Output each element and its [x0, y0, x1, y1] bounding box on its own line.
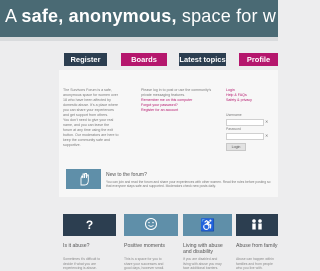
hero-tagline: A safe, anonymous, space for w: [5, 6, 276, 27]
hero-banner: A safe, anonymous, space for w: [0, 0, 278, 37]
username-field[interactable]: [226, 119, 264, 126]
register-account-link[interactable]: Register for an account: [141, 108, 215, 113]
hero-prefix: A: [5, 6, 17, 26]
latest-topics-button[interactable]: Latest topics: [179, 53, 226, 66]
forum-intro-title: New to the forum?: [106, 172, 147, 178]
username-icon: ✕: [265, 119, 269, 124]
login-button[interactable]: Login: [226, 143, 246, 151]
hero-suffix: space for w: [181, 6, 277, 26]
intro-paragraph-2: You don't need to give your real name, a…: [63, 118, 119, 147]
login-note: Please log in to post or use the communi…: [141, 88, 212, 97]
hero-emphasis: safe, anonymous,: [21, 6, 177, 26]
card-title-family[interactable]: Abuse from family members: [236, 243, 278, 249]
card-header-positive-moments[interactable]: [124, 214, 178, 236]
card-title-disability[interactable]: Living with abuse and disability: [183, 243, 232, 255]
profile-button[interactable]: Profile: [239, 53, 278, 66]
username-label: Username: [226, 113, 242, 117]
card-title-is-it-abuse[interactable]: Is it abuse?: [63, 243, 116, 249]
side-link-safety[interactable]: Safety & privacy: [226, 98, 252, 103]
card-header-disability[interactable]: ♿: [183, 214, 232, 236]
question-icon: ?: [85, 218, 94, 232]
password-label: Password: [226, 127, 241, 131]
smile-icon: [144, 217, 158, 234]
card-body-is-it-abuse: Sometimes it's difficult to decide if wh…: [63, 257, 101, 270]
card-header-is-it-abuse[interactable]: ?: [63, 214, 116, 236]
password-field[interactable]: [226, 133, 264, 140]
card-header-family[interactable]: [236, 214, 278, 236]
forum-hand-icon: [66, 169, 101, 189]
register-button[interactable]: Register: [64, 53, 107, 66]
wheelchair-icon: ♿: [200, 218, 215, 232]
card-body-family: Abuse can happen within families and fro…: [236, 257, 274, 270]
card-body-positive-moments: This is a space for you to share your su…: [124, 257, 165, 270]
family-icon: [249, 217, 265, 234]
forum-intro-text: You can join and read the forum and shar…: [106, 180, 271, 189]
hero-divider: [0, 37, 278, 41]
card-title-positive-moments[interactable]: Positive moments: [124, 243, 178, 249]
password-icon: ✕: [265, 133, 269, 138]
intro-paragraph: The Survivors Forum is a safe, anonymous…: [63, 88, 119, 117]
boards-button[interactable]: Boards: [121, 53, 167, 66]
card-body-disability: If you are disabled and living with abus…: [183, 257, 222, 270]
